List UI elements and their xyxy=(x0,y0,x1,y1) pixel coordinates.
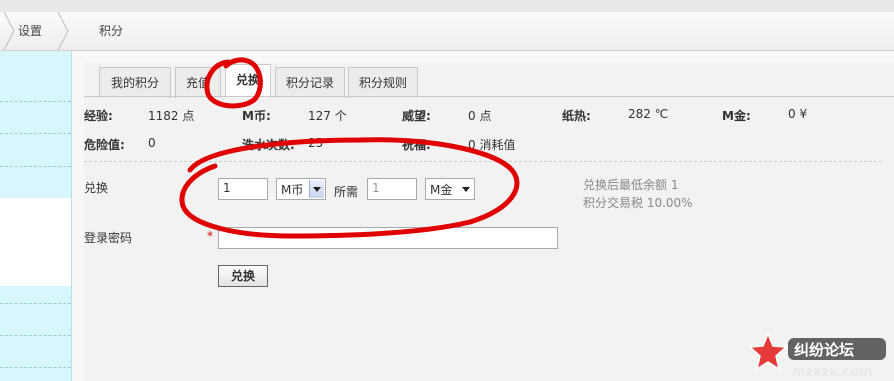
sidebar-divider xyxy=(0,303,71,305)
from-currency-value: M币 xyxy=(281,183,304,197)
password-label: 登录密码 xyxy=(84,231,133,245)
chevron-down-icon[interactable] xyxy=(309,180,324,198)
breadcrumb-item-points[interactable]: 积分 xyxy=(99,12,123,50)
tab-points-log[interactable]: 积分记录 xyxy=(275,67,345,98)
stat-label-blessing: 祝福: xyxy=(402,138,431,152)
stat-label-heat: 纸热: xyxy=(562,109,591,123)
sidebar-divider xyxy=(0,335,71,337)
sidebar xyxy=(0,51,72,381)
stat-value-exp: 1182 点 xyxy=(148,109,195,123)
sidebar-divider xyxy=(0,367,71,369)
tab-points-rules[interactable]: 积分规则 xyxy=(348,67,418,98)
chevron-right-icon xyxy=(57,12,69,50)
stat-value-mgold: 0 ¥ xyxy=(788,107,808,121)
watermark-brand: 纠纷论坛 xyxy=(794,341,854,359)
sidebar-divider xyxy=(0,133,71,135)
breadcrumb: 设置 积分 xyxy=(0,12,894,51)
sidebar-divider xyxy=(0,166,71,168)
sidebar-gap xyxy=(0,198,71,286)
breadcrumb-item-settings[interactable]: 设置 xyxy=(18,12,42,50)
stat-label-danger: 危险值: xyxy=(84,138,125,152)
to-currency-value: M金 xyxy=(430,183,453,197)
tab-underline xyxy=(84,96,894,97)
tab-exchange[interactable]: 兑换 xyxy=(225,64,271,98)
stat-label-mgold: M金: xyxy=(722,109,751,123)
stat-value-wash: 25 xyxy=(308,136,324,150)
forum-watermark-logo: 纠纷论坛 mzxzx.com xyxy=(748,332,886,380)
tab-recharge[interactable]: 充值 xyxy=(175,67,221,98)
from-currency-select[interactable]: M币 xyxy=(276,178,326,200)
exchange-label: 兑换 xyxy=(84,181,109,195)
password-input[interactable] xyxy=(218,227,558,249)
stat-value-heat: 282 ℃ xyxy=(628,107,669,121)
tab-my-points[interactable]: 我的积分 xyxy=(99,67,171,98)
stat-value-blessing: 0 消耗值 xyxy=(468,138,516,152)
required-mark: * xyxy=(207,229,213,243)
sidebar-divider xyxy=(0,101,71,103)
needs-label: 所需 xyxy=(334,185,359,199)
exchange-amount-input[interactable]: 1 xyxy=(218,178,268,200)
stat-label-exp: 经验: xyxy=(84,109,113,123)
min-balance-hint: 兑换后最低余额 1 xyxy=(583,178,679,192)
chevron-down-icon[interactable] xyxy=(459,180,473,198)
tax-hint: 积分交易税 10.00% xyxy=(583,196,693,210)
stat-value-mcoin: 127 个 xyxy=(308,109,347,123)
needs-value-input[interactable]: 1 xyxy=(367,178,417,200)
stat-value-danger: 0 xyxy=(148,136,156,150)
stat-label-prestige: 威望: xyxy=(402,109,431,123)
to-currency-select[interactable]: M金 xyxy=(425,178,475,200)
watermark-site: mzxzx.com xyxy=(792,365,873,380)
chevron-right-icon xyxy=(3,12,15,50)
stat-label-mcoin: M币: xyxy=(242,109,271,123)
section-divider xyxy=(84,161,882,163)
stat-value-prestige: 0 点 xyxy=(468,109,492,123)
exchange-submit-button[interactable]: 兑换 xyxy=(218,265,269,287)
stat-label-wash: 洗水次数: xyxy=(242,138,295,152)
